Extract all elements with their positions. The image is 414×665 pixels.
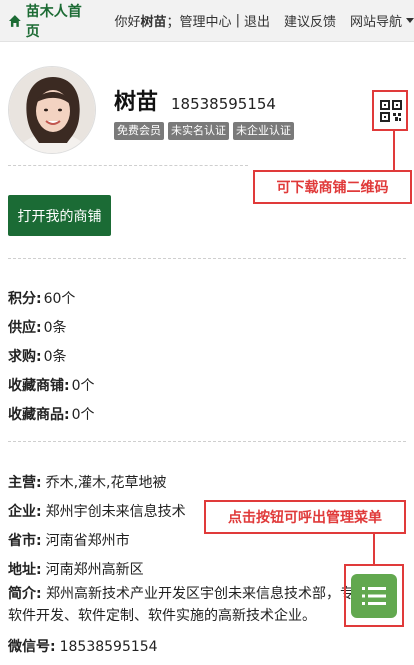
stat-value: 0个 — [71, 407, 95, 423]
divider — [8, 165, 248, 166]
info-value: 18538595154 — [59, 639, 158, 655]
badge-company-unverified: 未企业认证 — [233, 122, 294, 140]
info-label: 企业: — [8, 504, 42, 520]
badge-identity-unverified: 未实名认证 — [168, 122, 229, 140]
stat-purchase: 求购: 0条 — [8, 346, 67, 366]
site-nav-dropdown[interactable]: 网站导航 — [350, 11, 414, 30]
info-value: 河南省郑州市 — [45, 533, 130, 549]
info-label: 主营: — [8, 475, 42, 491]
stat-value: 0条 — [43, 349, 67, 365]
info-label: 地址: — [8, 562, 42, 578]
info-value: 河南郑州高新区 — [45, 562, 144, 578]
info-address: 地址: 河南郑州高新区 — [8, 559, 144, 579]
greeting-separator: ； — [166, 15, 180, 30]
info-label: 省市: — [8, 533, 42, 549]
avatar — [8, 66, 96, 154]
nav-username: 树苗 — [140, 15, 167, 30]
greeting-text: 你好 — [114, 15, 141, 30]
stat-value: 60个 — [43, 291, 76, 307]
info-main-business: 主营: 乔木,灌木,花草地被 — [8, 472, 167, 492]
feedback-link[interactable]: 建议反馈 — [284, 11, 336, 30]
nav-divider: | — [235, 13, 240, 28]
list-menu-icon — [362, 587, 386, 605]
info-value: 郑州宇创未来信息技术 — [45, 504, 186, 520]
info-company: 企业: 郑州宇创未来信息技术 — [8, 501, 186, 521]
info-label: 微信号: — [8, 639, 56, 655]
chevron-down-icon — [406, 18, 414, 23]
logout-link[interactable]: 退出 — [244, 11, 270, 30]
stat-value: 0个 — [71, 378, 95, 394]
home-link[interactable]: 苗木人首页 — [8, 1, 95, 41]
profile-phone: 18538595154 — [171, 95, 276, 113]
home-label: 苗木人首页 — [25, 3, 82, 40]
qr-code-icon[interactable] — [380, 100, 402, 122]
menu-button[interactable] — [351, 574, 397, 618]
stat-value: 0条 — [43, 320, 67, 336]
stat-label: 积分: — [8, 291, 42, 307]
stat-label: 收藏商品: — [8, 407, 70, 423]
admin-center-link[interactable]: 管理中心 — [180, 11, 232, 30]
menu-callout: 点击按钮可呼出管理菜单 — [204, 500, 406, 534]
info-label: 简介: — [8, 586, 42, 602]
stat-fav-products: 收藏商品: 0个 — [8, 404, 95, 424]
open-shop-button[interactable]: 打开我的商铺 — [8, 195, 111, 236]
divider — [8, 258, 406, 259]
stat-label: 收藏商铺: — [8, 378, 70, 394]
profile-name: 树苗 — [114, 90, 159, 115]
top-nav-bar: 苗木人首页 你好树苗； 管理中心 | 退出 建议反馈 网站导航 — [0, 0, 414, 42]
site-nav-label: 网站导航 — [349, 15, 402, 30]
stat-supply: 供应: 0条 — [8, 317, 67, 337]
stat-points: 积分: 60个 — [8, 288, 75, 308]
info-wechat: 微信号: 18538595154 — [8, 636, 158, 656]
greeting: 你好树苗； — [115, 11, 180, 30]
info-value: 郑州高新技术产业开发区宇创未来信息技术部，专业从事软件开发、软件定制、软件实施的… — [8, 586, 397, 624]
badge-list: 免费会员 未实名认证 未企业认证 — [114, 122, 298, 140]
stat-fav-shops: 收藏商铺: 0个 — [8, 375, 95, 395]
stat-label: 求购: — [8, 349, 42, 365]
avatar-image — [9, 67, 95, 153]
menu-callout-line — [373, 534, 375, 564]
badge-free-member: 免费会员 — [114, 122, 164, 140]
stat-label: 供应: — [8, 320, 42, 336]
divider — [8, 441, 406, 442]
qr-callout: 可下载商铺二维码 — [253, 170, 412, 204]
info-province: 省市: 河南省郑州市 — [8, 530, 130, 550]
home-icon — [8, 14, 21, 27]
info-value: 乔木,灌木,花草地被 — [45, 475, 167, 491]
qr-callout-line — [393, 131, 395, 171]
